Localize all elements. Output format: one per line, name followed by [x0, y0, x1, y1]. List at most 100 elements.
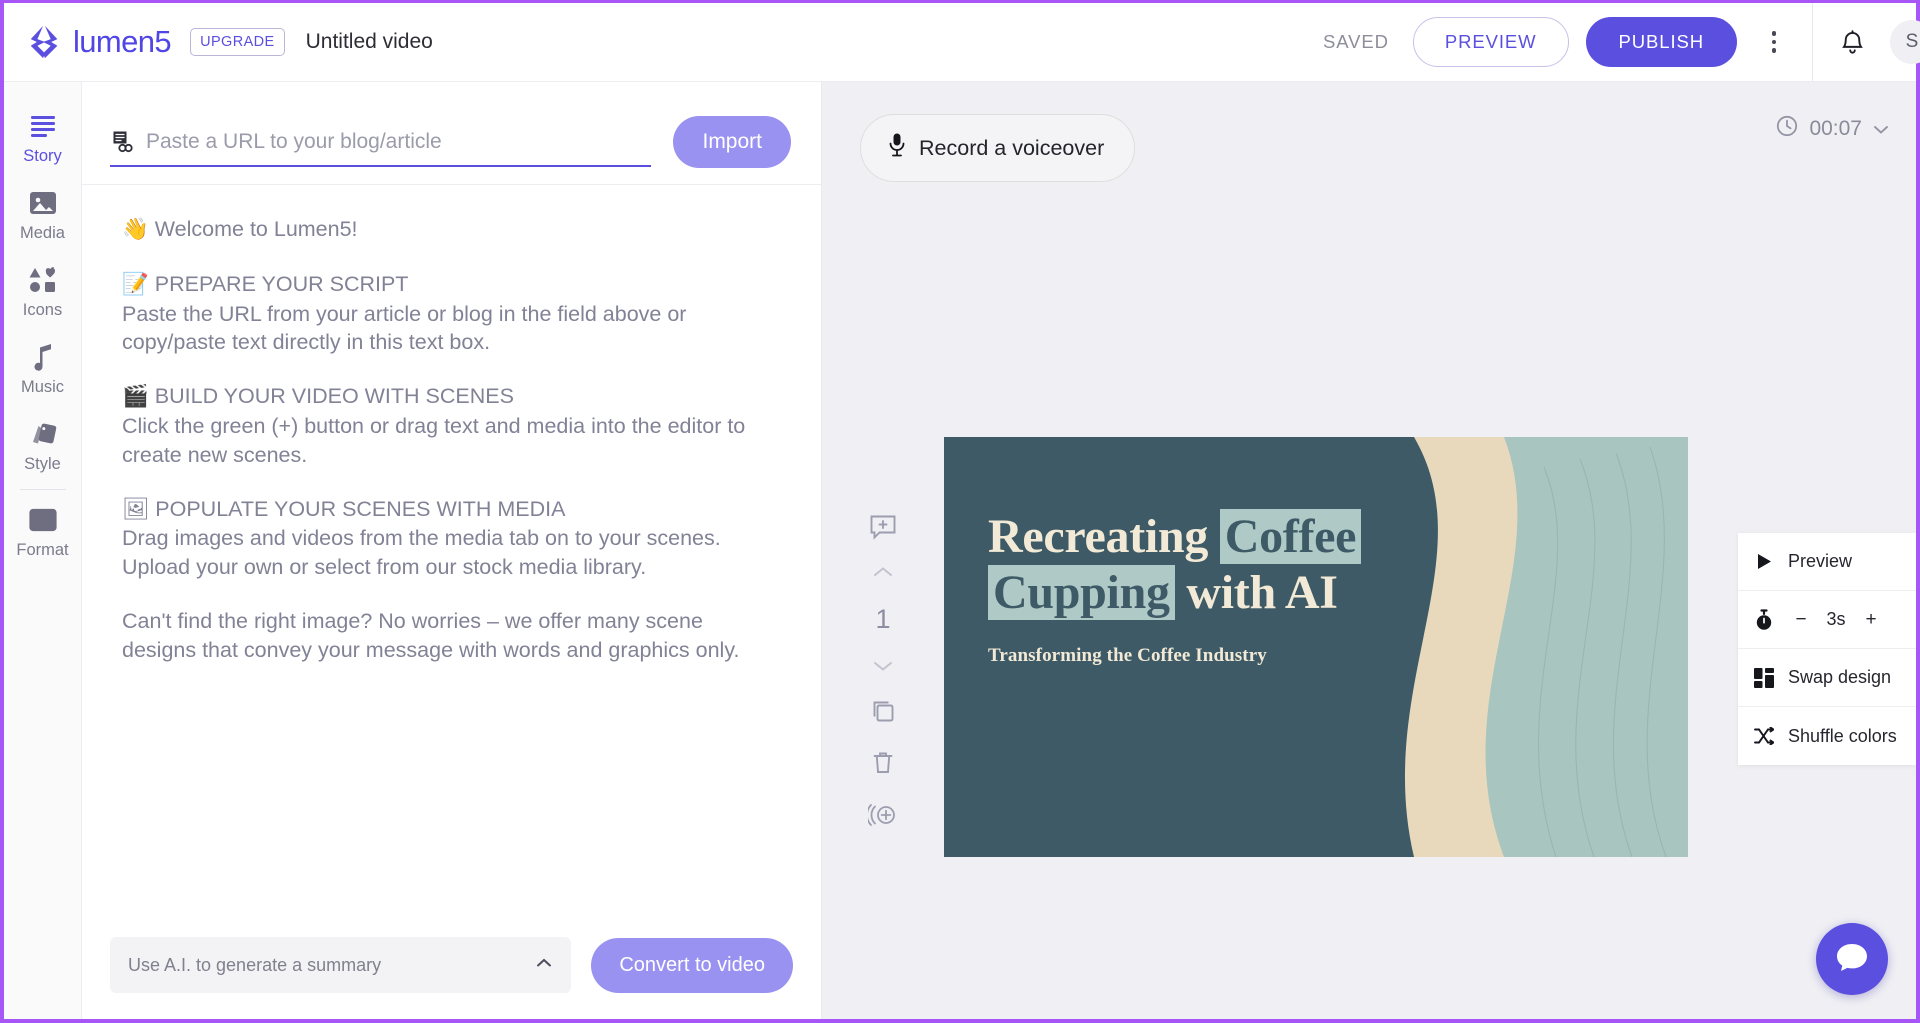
chevron-up-icon: [535, 956, 553, 974]
sidebar-item-label: Music: [20, 378, 65, 396]
trash-icon[interactable]: [855, 737, 911, 789]
memo-emoji: 📝: [122, 271, 149, 297]
swap-design-button[interactable]: Swap design: [1738, 649, 1916, 707]
duration-plus-button[interactable]: +: [1858, 609, 1884, 631]
logo[interactable]: lumen5: [26, 23, 172, 61]
wave-emoji: 👋: [122, 217, 149, 242]
link-document-icon: [110, 129, 134, 154]
script-text: Click the green (+) button or drag text …: [122, 413, 746, 467]
shuffle-icon: [1754, 727, 1774, 745]
url-field[interactable]: [110, 129, 652, 167]
headline-part-highlighted: Coffee: [1219, 509, 1362, 564]
scene-preview-button[interactable]: Preview: [1738, 533, 1916, 591]
duration-minus-button[interactable]: −: [1788, 609, 1814, 631]
record-voiceover-button[interactable]: Record a voiceover: [860, 114, 1136, 182]
sidebar-item-label: Icons: [22, 301, 63, 319]
shapes-icon: [28, 265, 58, 295]
format-frame-icon: [28, 505, 57, 535]
slide-headline: Recreating Coffee Cupping with AI: [988, 509, 1508, 621]
header-divider: [1812, 2, 1813, 82]
kebab-menu-icon[interactable]: [1760, 25, 1788, 59]
sidebar-item-icons[interactable]: Icons: [4, 252, 82, 329]
sidebar-item-music[interactable]: Music: [4, 329, 82, 406]
style-cards-icon: [29, 419, 57, 449]
music-note-icon: [32, 342, 54, 372]
slide-subheadline: Transforming the Coffee Industry: [988, 645, 1267, 667]
voiceover-row: Record a voiceover: [822, 82, 1916, 182]
scene-number: 1: [875, 603, 891, 634]
script-paragraph: Can't find the right image? No worries –…: [122, 607, 779, 665]
clock-icon: [1775, 114, 1799, 144]
shuffle-colors-button[interactable]: Shuffle colors: [1738, 707, 1916, 765]
script-text: Welcome to Lumen5!: [154, 217, 358, 241]
app-header: lumen5 UPGRADE Untitled video SAVED PREV…: [4, 2, 1920, 82]
story-lines-icon: [30, 111, 56, 141]
script-paragraph: 🖼 POPULATE YOUR SCENES WITH MEDIA Drag i…: [122, 495, 779, 582]
canvas-area: Record a voiceover 00:07 1 Recreating Co…: [822, 82, 1916, 1019]
upgrade-button[interactable]: UPGRADE: [190, 28, 285, 56]
duration-stepper: − 3s +: [1788, 609, 1884, 631]
ai-summary-dropdown[interactable]: Use A.I. to generate a summary: [110, 937, 572, 993]
script-text: Paste the URL from your article or blog …: [122, 301, 687, 355]
chat-support-button[interactable]: [1816, 923, 1888, 995]
sidebar-item-story[interactable]: Story: [4, 98, 82, 175]
swap-design-label: Swap design: [1788, 667, 1892, 687]
scene-toolbar: 1: [822, 437, 944, 857]
chevron-down-icon: [1872, 117, 1890, 141]
script-footer: Use A.I. to generate a summary Convert t…: [82, 917, 821, 1019]
video-title[interactable]: Untitled video: [306, 30, 433, 54]
slide-text-block: Recreating Coffee Cupping with AI Transfo…: [988, 509, 1508, 667]
move-scene-up-button[interactable]: [855, 553, 911, 591]
sidebar-item-format[interactable]: Format: [4, 492, 82, 569]
chat-bubble-icon: [1835, 941, 1869, 978]
avatar[interactable]: S: [1890, 20, 1920, 64]
media-image-icon: [29, 188, 57, 218]
sidebar-item-style[interactable]: Style: [4, 406, 82, 483]
script-heading: POPULATE YOUR SCENES WITH MEDIA: [155, 496, 566, 521]
preview-button[interactable]: PREVIEW: [1412, 17, 1569, 67]
transition-plus-icon[interactable]: [855, 789, 911, 841]
duplicate-scene-button[interactable]: [855, 685, 911, 737]
add-text-bubble-icon[interactable]: [855, 501, 911, 553]
saved-status: SAVED: [1323, 31, 1389, 52]
script-text: Can't find the right image? No worries –…: [122, 608, 740, 662]
sidebar-divider: [19, 489, 66, 490]
sidebar-item-media[interactable]: Media: [4, 175, 82, 252]
import-button[interactable]: Import: [673, 116, 791, 168]
script-heading: PREPARE YOUR SCRIPT: [154, 271, 409, 296]
sidebar-item-label: Media: [20, 224, 65, 242]
scene-settings-panel: Preview − 3s + Swap design Shuffle color…: [1738, 533, 1916, 765]
scene-duration-row: − 3s +: [1738, 591, 1916, 649]
sidebar-item-label: Style: [24, 455, 61, 473]
grid-layout-icon: [1754, 667, 1774, 688]
convert-to-video-button[interactable]: Convert to video: [591, 937, 793, 993]
voiceover-label: Record a voiceover: [919, 135, 1105, 160]
stopwatch-icon: [1754, 608, 1774, 631]
microphone-icon: [887, 132, 907, 164]
app-body: Story Media Icons Music Style Format Pas…: [4, 82, 1916, 1019]
sidebar-item-label: Format: [16, 541, 69, 559]
url-input[interactable]: [146, 129, 652, 154]
script-paragraph: 📝 PREPARE YOUR SCRIPT Paste the URL from…: [122, 270, 779, 357]
headline-part: with AI: [1174, 566, 1338, 620]
script-heading: BUILD YOUR VIDEO WITH SCENES: [154, 384, 514, 409]
headline-part-highlighted: Cupping: [988, 565, 1175, 621]
publish-button[interactable]: PUBLISH: [1585, 17, 1737, 67]
shuffle-colors-label: Shuffle colors: [1788, 725, 1897, 746]
url-import-row: Import: [82, 82, 821, 185]
script-textarea[interactable]: 👋 Welcome to Lumen5! 📝 PREPARE YOUR SCRI…: [82, 185, 821, 917]
notification-bell-icon[interactable]: [1839, 28, 1866, 57]
duration-value: 3s: [1826, 609, 1846, 629]
script-text: Drag images and videos from the media ta…: [122, 526, 721, 580]
scene-preview-label: Preview: [1788, 551, 1853, 571]
sidebar-item-label: Story: [23, 147, 62, 165]
move-scene-down-button[interactable]: [855, 647, 911, 685]
lumen5-logo-icon: [26, 23, 64, 61]
video-duration-chip[interactable]: 00:07: [1775, 114, 1890, 144]
scene-preview[interactable]: Recreating Coffee Cupping with AI Transfo…: [944, 437, 1688, 857]
picture-emoji: 🖼: [122, 496, 150, 522]
logo-text: lumen5: [73, 24, 172, 59]
scene-row: 1 Recreating Coffee Cupping with AI Tran…: [822, 437, 1916, 857]
left-sidebar: Story Media Icons Music Style Format: [4, 82, 82, 1019]
script-paragraph: 👋 Welcome to Lumen5!: [122, 215, 779, 245]
